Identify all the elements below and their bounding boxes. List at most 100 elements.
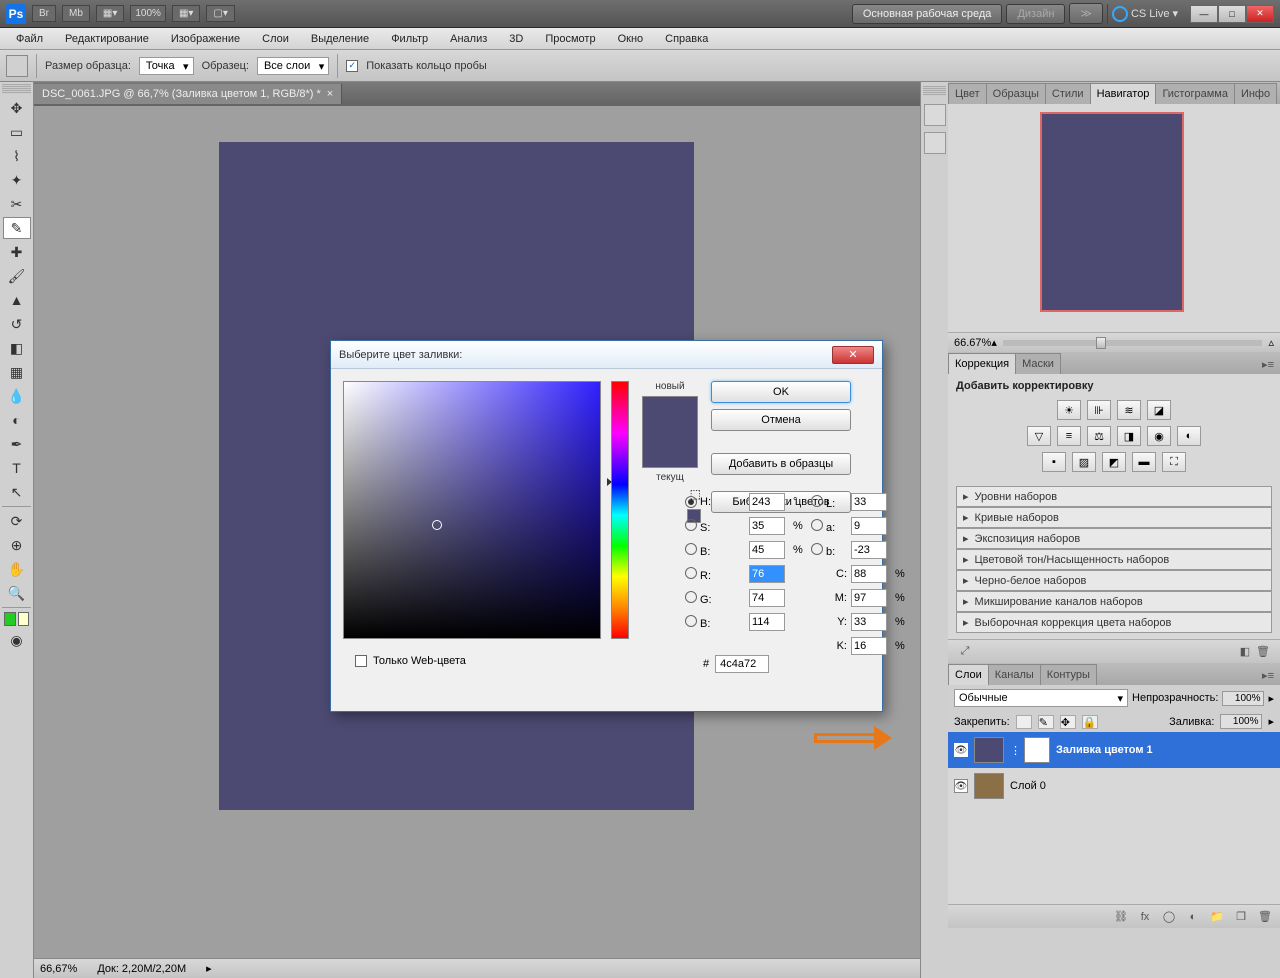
history-brush-tool[interactable]: ↺ [3,313,31,335]
tab-masks[interactable]: Маски [1015,353,1061,374]
sample-select[interactable]: Все слои [257,57,329,75]
menu-window[interactable]: Окно [608,30,654,48]
mb-panel-icon[interactable] [924,104,946,126]
maximize-button[interactable]: □ [1218,5,1246,23]
tab-info[interactable]: Инфо [1234,83,1277,104]
preset-levels[interactable]: Уровни наборов [956,486,1272,507]
lock-pixels-icon[interactable]: ✎ [1038,715,1054,729]
adj-selective-icon[interactable]: ⛶ [1162,452,1186,472]
m-input[interactable] [851,589,887,607]
menu-layers[interactable]: Слои [252,30,299,48]
menu-view[interactable]: Просмотр [535,30,605,48]
close-button[interactable]: ✕ [1246,5,1274,23]
delete-icon[interactable]: 🗑 [1256,909,1274,925]
layer-thumbnail[interactable] [974,737,1004,763]
blend-mode-select[interactable]: Обычные [954,689,1128,707]
tab-swatches[interactable]: Образцы [986,83,1046,104]
link-icon[interactable]: ⛓ [1112,909,1130,925]
l-input[interactable] [851,493,887,511]
panel-menu-icon[interactable]: ▸≡ [1276,85,1280,104]
status-zoom[interactable]: 66,67% [40,963,77,975]
fill-input[interactable]: 100% [1220,714,1262,729]
brush-tool[interactable]: 🖌 [3,265,31,287]
ok-button[interactable]: OK [711,381,851,403]
wand-tool[interactable]: ✦ [3,169,31,191]
b-input[interactable] [749,541,785,559]
tab-channels[interactable]: Каналы [988,664,1041,685]
lab-b-input[interactable] [851,541,887,559]
menu-select[interactable]: Выделение [301,30,379,48]
adj-invert-icon[interactable]: ▪ [1042,452,1066,472]
opacity-input[interactable]: 100% [1222,691,1264,706]
layer-fill-color[interactable]: 👁 ⋮ Заливка цветом 1 [948,732,1280,768]
lock-transparent-icon[interactable] [1016,715,1032,729]
adjustment-icon[interactable]: ◐ [1184,909,1202,925]
panel-menu-icon[interactable]: ▸≡ [1256,666,1280,685]
mask-icon[interactable]: ◯ [1160,909,1178,925]
cs-live-button[interactable]: CS Live▾ [1112,6,1178,22]
visibility-icon[interactable]: 👁 [954,779,968,793]
navigator-zoom[interactable]: 66.67% [954,337,991,349]
path-tool[interactable]: ↖ [3,481,31,503]
preset-curves[interactable]: Кривые наборов [956,507,1272,528]
menu-file[interactable]: Файл [6,30,53,48]
new-layer-icon[interactable]: ❐ [1232,909,1250,925]
hex-input[interactable] [715,655,769,673]
b-radio[interactable] [685,543,697,555]
c-input[interactable] [851,565,887,583]
h-input[interactable] [749,493,785,511]
design-button[interactable]: Дизайн [1006,4,1065,24]
dodge-tool[interactable]: ◐ [3,409,31,431]
g-input[interactable] [749,589,785,607]
r-input[interactable] [749,565,785,583]
layer-mask-thumbnail[interactable] [1024,737,1050,763]
zoom-slider[interactable] [1003,340,1263,346]
tab-color[interactable]: Цвет [948,83,987,104]
l-radio[interactable] [811,495,823,507]
lock-all-icon[interactable]: 🔒 [1082,715,1098,729]
workspace-button[interactable]: Основная рабочая среда [852,4,1003,24]
adj-posterize-icon[interactable]: ▨ [1072,452,1096,472]
layer-thumbnail[interactable] [974,773,1004,799]
preset-hue[interactable]: Цветовой тон/Насыщенность наборов [956,549,1272,570]
zoom-out-icon[interactable]: ▴ [991,336,997,349]
fx-icon[interactable]: fx [1136,909,1154,925]
menu-analysis[interactable]: Анализ [440,30,497,48]
tab-adjustments[interactable]: Коррекция [948,353,1016,374]
blur-tool[interactable]: 💧 [3,385,31,407]
zoom-select[interactable]: 100% [130,5,166,22]
type-tool[interactable]: T [3,457,31,479]
tab-paths[interactable]: Контуры [1040,664,1097,685]
web-only-checkbox[interactable]: ✓ [355,655,367,667]
document-tab[interactable]: DSC_0061.JPG @ 66,7% (Заливка цветом 1, … [34,84,342,104]
mini-bridge-button[interactable]: Mb [62,5,90,22]
a-radio[interactable] [811,519,823,531]
pen-tool[interactable]: ✒ [3,433,31,455]
adj-levels-icon[interactable]: ⊪ [1087,400,1111,420]
trash-icon[interactable]: 🗑 [1254,644,1272,660]
menu-3d[interactable]: 3D [499,30,533,48]
zoom-tool[interactable]: 🔍 [3,582,31,604]
menu-help[interactable]: Справка [655,30,718,48]
adj-curves-icon[interactable]: ≋ [1117,400,1141,420]
ring-checkbox[interactable]: ✓ [346,60,358,72]
dialog-title-bar[interactable]: Выберите цвет заливки: ✕ [331,341,882,369]
eyedropper-tool[interactable]: ✎ [3,217,31,239]
menu-filter[interactable]: Фильтр [381,30,438,48]
clip-icon[interactable]: ◧ [1236,644,1254,660]
s-radio[interactable] [685,519,697,531]
menu-image[interactable]: Изображение [161,30,250,48]
tab-histogram[interactable]: Гистограмма [1155,83,1235,104]
gradient-tool[interactable]: ▦ [3,361,31,383]
r-radio[interactable] [685,567,697,579]
layer-name[interactable]: Заливка цветом 1 [1056,744,1153,756]
3d-orbit-tool[interactable]: ⊕ [3,534,31,556]
adj-brightness-icon[interactable]: ☀ [1057,400,1081,420]
preset-selective[interactable]: Выборочная коррекция цвета наборов [956,612,1272,633]
screen-mode-button[interactable]: ▢▾ [206,5,234,22]
preset-mixer[interactable]: Микширование каналов наборов [956,591,1272,612]
adj-mixer-icon[interactable]: ◐ [1177,426,1201,446]
view-extras-button[interactable]: ▦▾ [96,5,124,22]
adj-gradient-map-icon[interactable]: ▬ [1132,452,1156,472]
adj-photo-filter-icon[interactable]: ◉ [1147,426,1171,446]
